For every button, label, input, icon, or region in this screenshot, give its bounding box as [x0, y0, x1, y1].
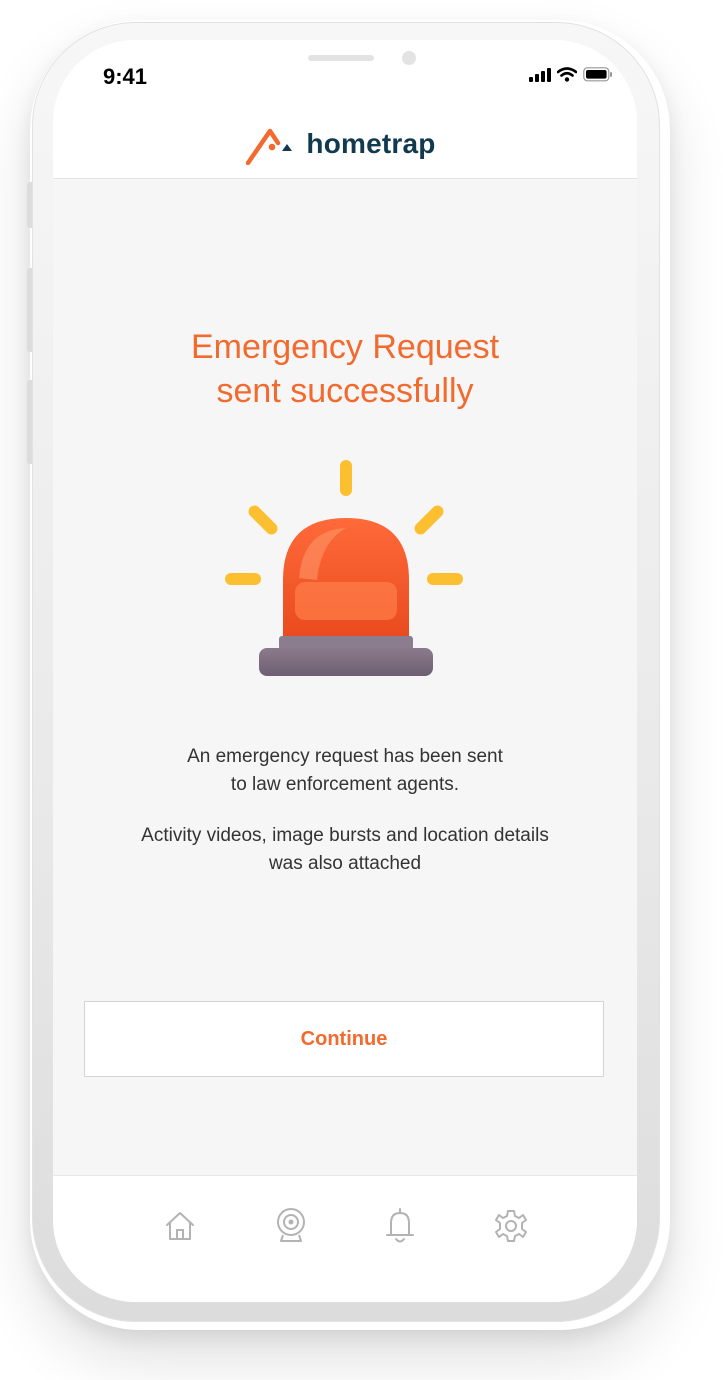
message-sent-text: An emergency request has been sent to la… [53, 743, 637, 799]
attachments-text: Activity videos, image bursts and locati… [53, 822, 637, 878]
status-time: 9:41 [103, 64, 148, 89]
tab-alerts[interactable] [380, 1206, 420, 1246]
speaker [308, 55, 374, 61]
wifi-icon [557, 67, 577, 82]
bell-icon [386, 1208, 414, 1243]
attachments-line-2: was also attached [268, 853, 422, 874]
camera-icon [277, 1208, 305, 1242]
message-sent-line-1: An emergency request has been sent [187, 746, 503, 767]
continue-button[interactable]: Continue [84, 1001, 604, 1077]
brand-logo: hometrap [244, 123, 435, 165]
tab-camera[interactable] [271, 1206, 311, 1246]
roof-logo-icon [246, 128, 293, 165]
message-sent-line-2: to law enforcement agents. [230, 774, 460, 795]
battery-icon [583, 67, 612, 82]
signal-icon [529, 68, 551, 82]
gear-icon [495, 1210, 527, 1242]
home-icon [166, 1212, 194, 1240]
page-title: Emergency Request sent successfully [53, 325, 637, 413]
front-camera [402, 51, 416, 65]
app-header: hometrap [53, 110, 637, 179]
siren-icon [225, 460, 463, 676]
status-icons [529, 67, 613, 82]
tab-bar [53, 1175, 637, 1302]
phone-screen: 9:41 hometrap Emergency Request sent suc… [53, 40, 637, 1302]
tab-home[interactable] [160, 1206, 200, 1246]
tab-settings[interactable] [491, 1206, 531, 1246]
title-line-2: sent successfully [216, 372, 474, 410]
brand-name: hometrap [306, 128, 436, 159]
attachments-line-1: Activity videos, image bursts and locati… [141, 825, 549, 846]
notch [178, 40, 512, 86]
title-line-1: Emergency Request [190, 328, 500, 366]
